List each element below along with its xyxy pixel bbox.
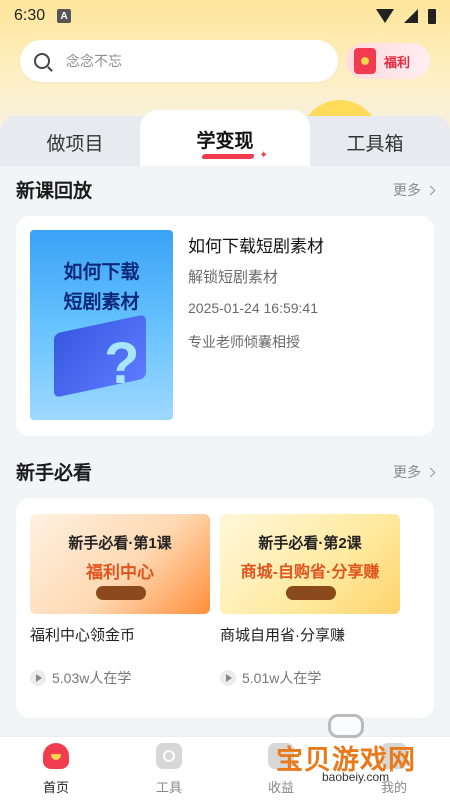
tools-icon	[156, 743, 182, 769]
beginner-item-1[interactable]: 新手必看·第1课 福利中心 福利中心领金币	[30, 514, 210, 645]
chevron-right-icon	[425, 185, 436, 195]
course-time: 2025-01-24 16:59:41	[188, 300, 318, 316]
course-teacher: 专业老师倾囊相授	[188, 334, 300, 350]
learners-count: 5.01w人在学	[242, 670, 322, 686]
play-icon	[220, 670, 236, 686]
thumbnail-lesson: 新手必看·第2课	[258, 535, 362, 552]
notification-icon: A	[57, 9, 72, 23]
search-input[interactable]: 念念不忘	[20, 40, 338, 82]
fuli-label: 福利	[384, 54, 411, 70]
status-icons	[376, 8, 436, 24]
tab-learn-text: 学变现	[196, 131, 254, 152]
course-thumbnail: 如何下载 短剧素材 ?	[30, 230, 173, 420]
tab-toolbox[interactable]: 工具箱	[320, 116, 430, 168]
nav-tools[interactable]: 工具	[139, 743, 199, 796]
more-link-new-courses[interactable]: 更多	[393, 180, 436, 200]
thumbnail-line-2: 短剧素材	[63, 292, 140, 313]
fuli-button[interactable]: 福利	[346, 43, 430, 79]
beginner-item-title: 商城自用省·分享赚	[220, 627, 345, 644]
search-icon	[34, 53, 50, 69]
tab-bar: 做项目 ✦ 学变现 工具箱	[0, 110, 450, 176]
course-subtitle: 解锁短剧素材	[188, 269, 279, 286]
question-mark-graphic: ?	[104, 331, 140, 396]
search-placeholder: 念念不忘	[66, 53, 122, 69]
home-icon	[43, 743, 69, 769]
course-title: 如何下载短剧素材	[188, 237, 324, 256]
nav-home[interactable]: 首页	[26, 743, 86, 796]
beginner-thumbnail-2: 新手必看·第2课 商城-自购省·分享赚	[220, 514, 400, 614]
more-label: 更多	[393, 182, 421, 198]
chevron-right-icon	[425, 467, 436, 477]
status-bar: 6:30 A	[0, 0, 450, 32]
watermark-url: baobeiy.com	[322, 770, 390, 784]
beginner-item-title: 福利中心领金币	[30, 627, 136, 644]
watermark: 宝贝游戏网 baobeiy.com	[276, 712, 446, 792]
learners-count: 5.03w人在学	[52, 670, 132, 686]
thumbnail-line-1: 如何下载	[63, 262, 140, 283]
beginner-learners-2: 5.01w人在学	[220, 668, 321, 688]
signal-icon	[404, 9, 418, 23]
tab-learn-label: ✦ 学变现	[196, 126, 267, 161]
nav-tools-label: 工具	[155, 780, 182, 795]
sparkle-icon: ✦	[259, 150, 268, 161]
wifi-icon	[376, 9, 394, 23]
thumbnail-pill	[96, 586, 146, 600]
play-icon	[30, 670, 46, 686]
nav-home-label: 首页	[42, 780, 69, 795]
tab-active-indicator	[201, 154, 256, 159]
beginner-learners-1: 5.03w人在学	[30, 668, 131, 688]
main-content: 新课回放 更多 如何下载 短剧素材 ? 如何下载短剧素材 解锁短剧素材 2025…	[0, 166, 450, 736]
thumbnail-text: 如何下载 短剧素材	[30, 258, 173, 318]
beginner-card: 新手必看·第1课 福利中心 福利中心领金币 5.03w人在学 新手必看·第2课 …	[16, 498, 434, 718]
thumbnail-topic: 福利中心	[86, 563, 154, 582]
more-link-beginner[interactable]: 更多	[393, 462, 436, 482]
tab-projects[interactable]: 做项目	[20, 116, 130, 168]
thumbnail-lesson: 新手必看·第1课	[68, 535, 172, 552]
red-envelope-icon	[354, 48, 376, 74]
beginner-item-2[interactable]: 新手必看·第2课 商城-自购省·分享赚 商城自用省·分享赚	[220, 514, 400, 645]
section-title-new-courses: 新课回放	[16, 181, 93, 202]
thumbnail-topic: 商城-自购省·分享赚	[240, 564, 380, 581]
beginner-thumbnail-1: 新手必看·第1课 福利中心	[30, 514, 210, 614]
status-time: 6:30	[14, 7, 46, 24]
section-title-beginner: 新手必看	[16, 463, 93, 484]
thumbnail-pill	[286, 586, 336, 600]
battery-icon	[428, 8, 436, 24]
gamepad-icon	[328, 714, 364, 738]
course-card[interactable]: 如何下载 短剧素材 ? 如何下载短剧素材 解锁短剧素材 2025-01-24 1…	[16, 216, 434, 436]
more-label: 更多	[393, 464, 421, 480]
